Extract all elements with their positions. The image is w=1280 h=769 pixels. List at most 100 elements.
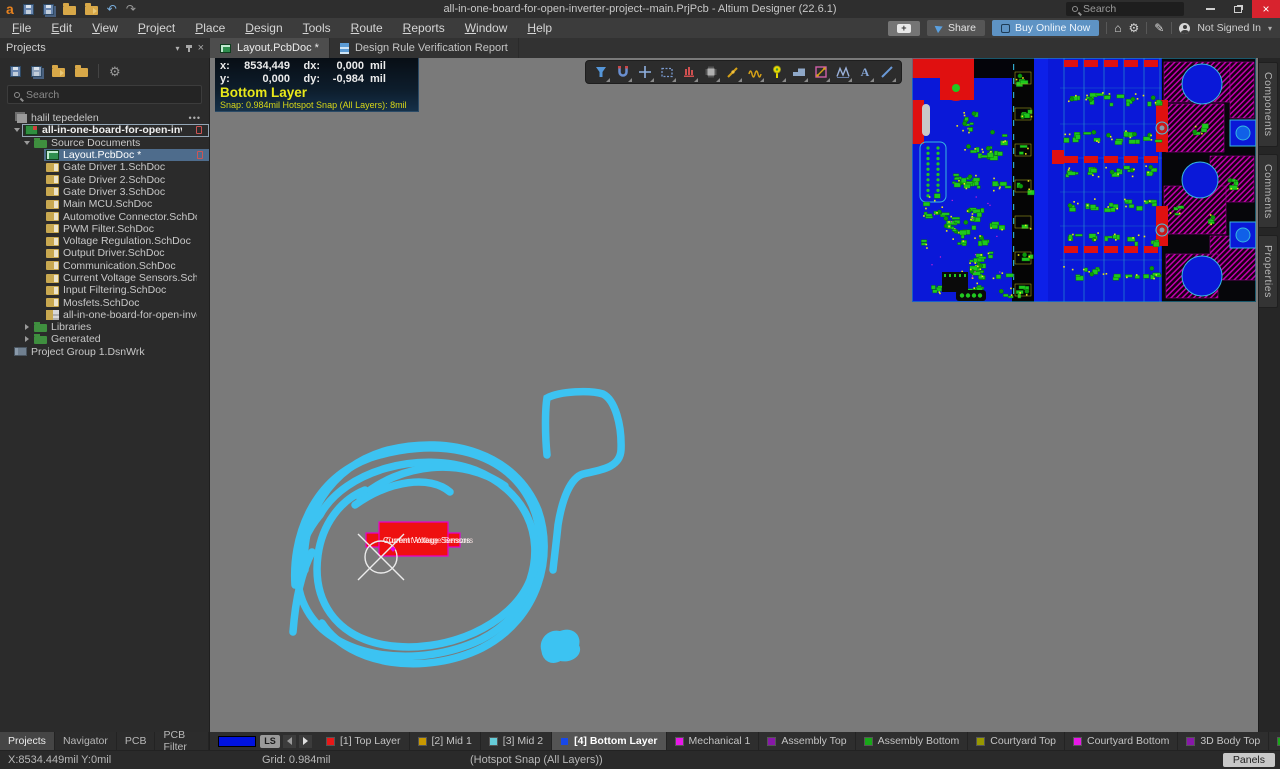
layer-tab[interactable]: 3D Body Top	[1178, 732, 1269, 750]
scroll-layers-right-button[interactable]	[299, 735, 312, 748]
document-tab[interactable]: Layout.PcbDoc *	[210, 38, 330, 58]
workspace-panel-tab[interactable]: Projects	[0, 732, 55, 750]
scroll-layers-left-button[interactable]	[283, 735, 296, 748]
pin-icon[interactable]	[188, 45, 190, 52]
polygon-pour-icon[interactable]	[788, 62, 809, 83]
menu-item[interactable]: Project	[128, 19, 185, 37]
tree-item[interactable]: Main MCU.SchDoc	[0, 198, 209, 210]
panel-dropdown-icon[interactable]: ▾	[176, 44, 180, 53]
layer-tab[interactable]: [3] Mid 2	[481, 732, 552, 750]
compile-icon[interactable]	[31, 66, 42, 77]
menu-item[interactable]: Help	[517, 19, 562, 37]
menu-item[interactable]: Window	[455, 19, 518, 37]
panel-close-icon[interactable]: ×	[198, 42, 204, 54]
layer-tab[interactable]: [1] Top Layer	[318, 732, 410, 750]
right-panel-tab[interactable]: Comments	[1259, 154, 1278, 229]
signal-graph-icon[interactable]	[832, 62, 853, 83]
panels-button[interactable]: Panels	[1223, 753, 1275, 767]
panel-settings-gear-icon[interactable]: ⚙	[109, 65, 121, 78]
settings-gear-icon[interactable]: ⚙	[1129, 22, 1140, 34]
restore-button[interactable]	[1224, 0, 1252, 18]
tree-item[interactable]: halil tepedelen •••	[0, 112, 209, 124]
search-input[interactable]	[1083, 3, 1163, 15]
expand-arrow-icon[interactable]	[22, 336, 32, 342]
layer-tab[interactable]: Assembly Bottom	[856, 732, 969, 750]
layer-tab[interactable]: Courtyard Bottom	[1065, 732, 1178, 750]
layer-tab[interactable]: Courtyard Top	[968, 732, 1065, 750]
workspace-panel-tab[interactable]: PCB Filter	[155, 732, 209, 750]
menu-item[interactable]: Tools	[293, 19, 341, 37]
snap-magnet-icon[interactable]	[612, 62, 633, 83]
workspace-panel-tab[interactable]: Navigator	[55, 732, 117, 750]
minimize-button[interactable]	[1196, 0, 1224, 18]
tree-item[interactable]: Libraries	[0, 321, 209, 333]
pcb-board-view[interactable]	[912, 58, 1256, 302]
filter-icon[interactable]	[590, 62, 611, 83]
open-folder-icon[interactable]	[63, 6, 76, 15]
tree-item[interactable]: Mosfets.SchDoc	[0, 296, 209, 308]
projects-search-input[interactable]	[26, 89, 176, 101]
altium-logo-icon[interactable]: a	[6, 3, 14, 15]
component-icon[interactable]	[700, 62, 721, 83]
open-project-icon[interactable]	[52, 68, 65, 77]
save-project-icon[interactable]	[10, 66, 21, 77]
menu-item[interactable]: Route	[341, 19, 393, 37]
buy-online-button[interactable]: Buy Online Now	[992, 20, 1099, 36]
home-icon[interactable]: ⌂	[1114, 22, 1121, 34]
via-icon[interactable]	[766, 62, 787, 83]
tree-item[interactable]: Communication.SchDoc	[0, 260, 209, 272]
tree-item[interactable]: Project Group 1.DsnWrk	[0, 346, 209, 358]
tree-item[interactable]: PWM Filter.SchDoc	[0, 223, 209, 235]
menu-item[interactable]: Edit	[41, 19, 82, 37]
document-tab[interactable]: Design Rule Verification Report	[330, 38, 519, 58]
tree-item[interactable]: all-in-one-board-for-open-inve	[0, 309, 209, 321]
expand-arrow-icon[interactable]	[12, 125, 22, 135]
save-icon[interactable]	[23, 4, 34, 15]
layer-sets-button[interactable]: LS	[260, 735, 280, 748]
right-panel-tab[interactable]: Components	[1259, 62, 1278, 147]
menu-item[interactable]: Place	[185, 19, 235, 37]
right-panel-tab[interactable]: Properties	[1259, 235, 1278, 308]
differential-pair-icon[interactable]	[744, 62, 765, 83]
global-search-box[interactable]	[1066, 2, 1184, 16]
tree-item[interactable]: Current Voltage Sensors.SchDo	[0, 272, 209, 284]
project-options-icon[interactable]	[75, 68, 88, 77]
tree-item[interactable]: Gate Driver 3.SchDoc	[0, 186, 209, 198]
select-area-icon[interactable]	[656, 62, 677, 83]
sign-in-status[interactable]: Not Signed In	[1197, 22, 1261, 34]
keepout-icon[interactable]	[810, 62, 831, 83]
tree-item[interactable]: Source Documents	[0, 137, 209, 149]
user-account-icon[interactable]	[1179, 23, 1190, 34]
layer-stack-icon[interactable]	[678, 62, 699, 83]
share-button[interactable]: Share	[927, 20, 985, 36]
menu-item[interactable]: Design	[235, 19, 292, 37]
tree-item[interactable]: Gate Driver 1.SchDoc	[0, 161, 209, 173]
tree-item[interactable]: Generated	[0, 333, 209, 345]
line-icon[interactable]	[876, 62, 897, 83]
chevron-down-icon[interactable]: ▾	[1268, 24, 1272, 33]
save-all-icon[interactable]	[43, 4, 54, 15]
item-options-dots[interactable]: •••	[189, 113, 207, 123]
tree-item[interactable]: Automotive Connector.SchDoc	[0, 210, 209, 222]
expand-arrow-icon[interactable]	[22, 324, 32, 330]
layer-tab[interactable]: Mechanical 1	[667, 732, 760, 750]
tree-item[interactable]: Gate Driver 2.SchDoc	[0, 173, 209, 185]
tree-item[interactable]: all-in-one-board-for-open-inverter-p	[0, 124, 209, 136]
interactive-route-icon[interactable]	[722, 62, 743, 83]
layer-tab[interactable]: [2] Mid 1	[410, 732, 481, 750]
menu-item[interactable]: Reports	[393, 19, 455, 37]
layer-tab[interactable]: 3D Body Bottom	[1269, 732, 1280, 750]
workspace-panel-tab[interactable]: PCB	[117, 732, 156, 750]
menu-item[interactable]: View	[82, 19, 128, 37]
close-button[interactable]: ×	[1252, 0, 1280, 18]
add-comment-button[interactable]: +	[888, 21, 920, 36]
menu-item[interactable]: File	[2, 19, 41, 37]
pcb-editor-canvas[interactable]: x:8534,449 dx:0,000 mil y:0,000 dy:-0,98…	[210, 58, 1258, 732]
tree-item[interactable]: Input Filtering.SchDoc	[0, 284, 209, 296]
undo-icon[interactable]: ↶	[107, 3, 117, 15]
move-crosshair-icon[interactable]	[634, 62, 655, 83]
string-text-icon[interactable]: A	[854, 62, 875, 83]
layer-tab[interactable]: Assembly Top	[759, 732, 855, 750]
redo-icon[interactable]: ↷	[126, 3, 136, 15]
tree-item[interactable]: Layout.PcbDoc *	[0, 149, 209, 161]
